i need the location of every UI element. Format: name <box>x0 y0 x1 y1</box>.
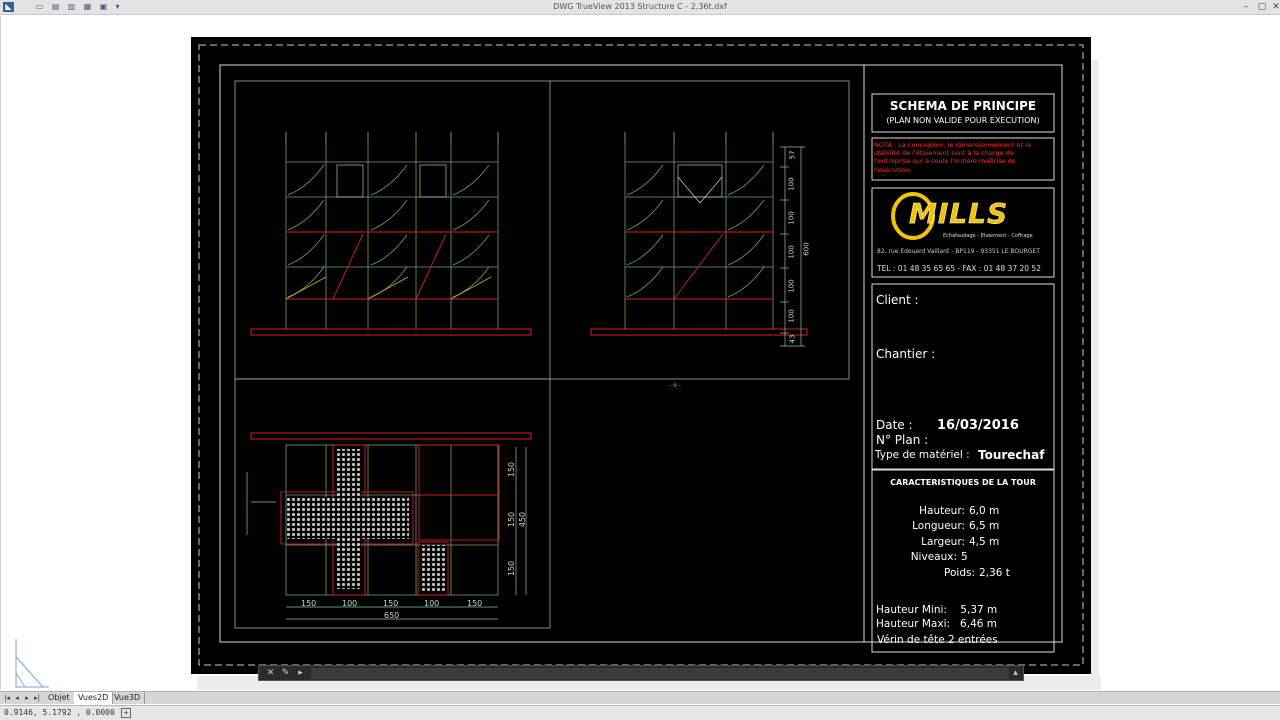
center-mark: - o - <box>669 382 681 389</box>
tab-objet[interactable]: Objet <box>44 692 75 704</box>
plan-dim-x2: 100 <box>342 599 358 608</box>
company-address: 82, rue Edouard Vaillant - BP119 - 93351… <box>877 248 1040 255</box>
carac-value: 6,5 m <box>969 520 1000 533</box>
plan-view <box>246 432 532 620</box>
front-elevation <box>250 132 532 336</box>
carac-value: 2,36 t <box>979 566 1010 579</box>
plan-dim-total-x: 650 <box>384 611 400 620</box>
mills-logo-text: MILLS <box>909 197 1009 231</box>
carac-label: Poids: <box>944 566 975 579</box>
tab-last-icon[interactable]: ▸| <box>33 693 41 703</box>
carac-row-longueur: Longueur: 6,5 m <box>872 519 1054 534</box>
title-bar: ◣ ▭ ▤ ▥ ▦ ▣ ▾ DWG TrueView 2013 Structur… <box>0 0 1280 15</box>
chantier-label: Chantier : <box>876 347 936 361</box>
carac-row-poids: Poids: 2,36 t <box>872 566 1054 581</box>
side-dim-100e: 100 <box>787 309 796 323</box>
side-dim-total: 600 <box>802 242 811 256</box>
carac-label: Largeur: <box>921 535 965 548</box>
note-line: l'entreprise qui a seule l'entière maîtr… <box>874 157 1016 166</box>
plan-dim-x5: 150 <box>467 599 483 608</box>
client-label: Client : <box>876 293 919 307</box>
ucs-icon <box>15 639 49 688</box>
carac-value: 6,0 m <box>969 505 1000 517</box>
materiel-value: Tourechaf <box>978 448 1045 462</box>
note-line: l'exécution. <box>874 165 912 174</box>
carac-value: 5 <box>961 551 968 564</box>
hauteur-mini: Hauteur Mini: 5,37 m <box>876 604 998 616</box>
plan-dim-x4: 100 <box>424 599 440 608</box>
layout-sheet: 57 100 100 100 100 100 43 600 150 100 15… <box>191 37 1091 674</box>
chevron-up-icon[interactable]: ▴ <box>1010 668 1021 679</box>
side-dim-100a: 100 <box>787 177 796 191</box>
viewport-elevations[interactable] <box>234 80 850 380</box>
command-input[interactable] <box>311 668 1009 679</box>
plan-dim-y2: 150 <box>507 511 517 528</box>
company-phone: TEL : 01 48 35 65 65 - FAX : 01 48 37 20… <box>877 264 1041 273</box>
layout-tabs: |◂ ◂ ▸ ▸| Objet Vues2D Vue3D <box>0 691 1280 704</box>
cursor-coordinates: 0.9146, 5.1792 , 0.0000 <box>4 708 115 717</box>
carac-label: Longueur: <box>912 520 965 533</box>
logo-tagline: Echafaudage - Etaiement - Coffrage <box>943 233 1033 239</box>
date-value: 16/03/2016 <box>937 418 1019 433</box>
verin-tete: Vérin de tête 2 entrées <box>877 634 998 646</box>
side-dim-100d: 100 <box>787 279 796 293</box>
plan-dim-y3: 150 <box>507 560 517 577</box>
plan-dim-y1: 150 <box>507 461 517 478</box>
snap-icon[interactable]: + <box>121 708 131 718</box>
side-dim-100b: 100 <box>787 211 796 225</box>
side-dim-43: 43 <box>788 334 797 344</box>
tab-vue3d[interactable]: Vue3D <box>110 692 146 704</box>
date-label: Date : <box>876 418 913 432</box>
tab-first-icon[interactable]: |◂ <box>3 693 11 703</box>
tab-next-icon[interactable]: ▸ <box>23 693 31 703</box>
close-icon[interactable]: ✕ <box>265 668 276 679</box>
schema-title: SCHEMA DE PRINCIPE <box>889 99 1037 113</box>
materiel-label: Type de matériel : <box>875 449 970 461</box>
note-block: NOTA : La conception, le dimensionnement… <box>874 141 1052 174</box>
note-line: NOTA : La conception, le dimensionnement… <box>874 141 1031 149</box>
carac-row-largeur: Largeur: 4,5 m <box>872 535 1054 550</box>
side-elevation <box>590 132 808 347</box>
tab-vues2d[interactable]: Vues2D <box>74 692 114 704</box>
plan-dim-x3: 150 <box>383 599 399 608</box>
sheet-shadow <box>1091 60 1099 690</box>
carac-label: Niveaux: <box>910 551 957 564</box>
carac-list: Hauteur: 6,0 m Longueur: 6,5 m Largeur: 4,5… <box>872 504 1054 581</box>
command-line[interactable]: ✕ ✎ ▸ ▴ <box>258 665 1024 681</box>
plan-number-label: N° Plan : <box>876 433 929 447</box>
wrench-icon[interactable]: ✎ <box>280 668 291 679</box>
side-dim-57: 57 <box>788 150 797 160</box>
hauteur-maxi: Hauteur Maxi: 6,46 m <box>876 618 997 630</box>
status-bar: 0.9146, 5.1792 , 0.0000 + <box>0 705 1280 720</box>
carac-row-hauteur: Hauteur: 6,0 m <box>872 504 1054 519</box>
note-line: stabilité de l'étaiement sont à la charg… <box>874 149 1014 158</box>
side-dim-100c: 100 <box>787 245 796 259</box>
carac-title: CARACTERISTIQUES DE LA TOUR <box>890 478 1036 487</box>
plan-dim-total-y: 450 <box>518 511 528 528</box>
drawing-area[interactable]: 57 100 100 100 100 100 43 600 150 100 15… <box>0 16 1280 690</box>
carac-row-niveaux: Niveaux: 5 <box>872 550 1054 565</box>
window-title: DWG TrueView 2013 Structure C - 2,36t.dx… <box>553 2 727 11</box>
command-prompt-icon[interactable]: ▸ <box>295 668 306 679</box>
close-button[interactable]: ✕ <box>1266 0 1280 14</box>
tab-prev-icon[interactable]: ◂ <box>13 693 21 703</box>
carac-label: Hauteur: <box>919 505 965 517</box>
carac-value: 4,5 m <box>969 535 1000 548</box>
schema-subtitle: (PLAN NON VALIDE POUR EXECUTION) <box>886 116 1040 125</box>
plan-dim-x1: 150 <box>301 599 317 608</box>
